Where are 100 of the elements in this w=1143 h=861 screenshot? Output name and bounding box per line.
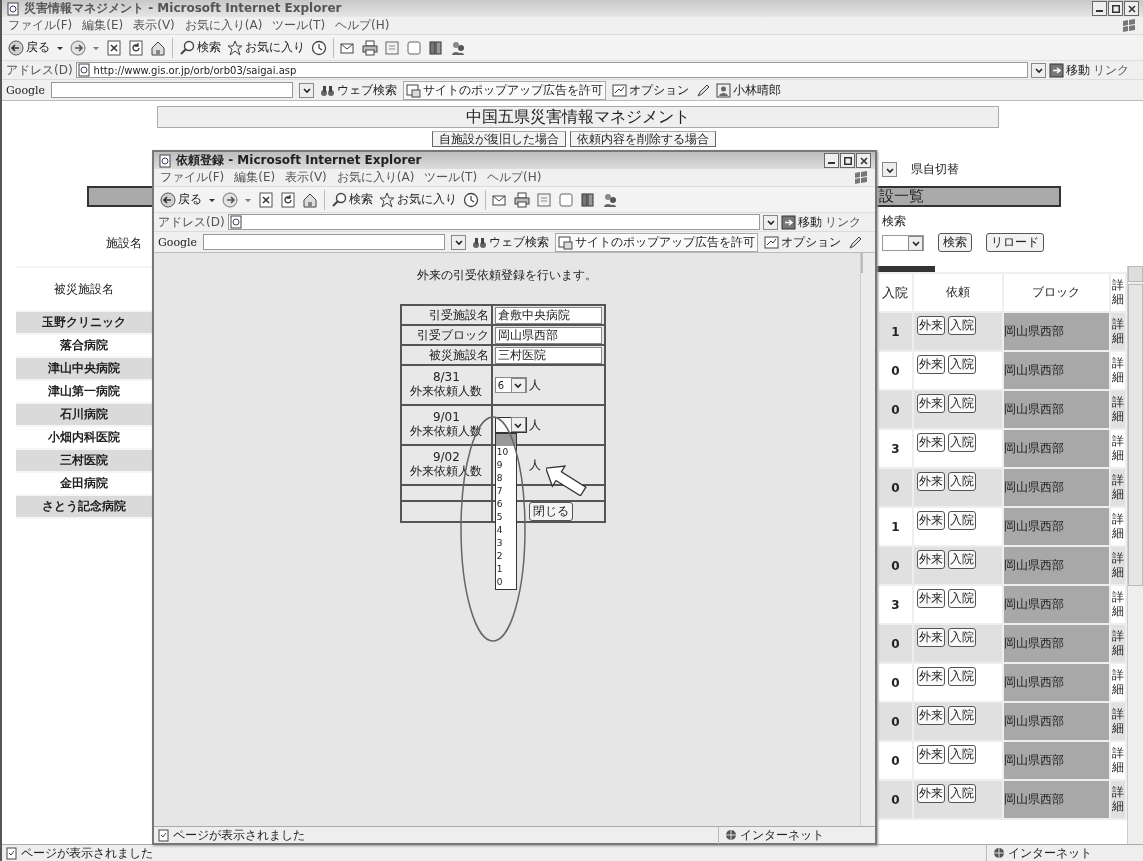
dropdown-option[interactable]: 7	[495, 484, 516, 498]
request-button[interactable]: 外来	[916, 433, 945, 452]
address-field[interactable]: http://www.gis.or.jp/orb/orb03/saigai.asp	[75, 62, 1028, 78]
facility-cell[interactable]: さとう記念病院	[16, 496, 152, 517]
request-button[interactable]: 入院	[947, 784, 976, 803]
request-button[interactable]: 入院	[947, 511, 976, 530]
request-button[interactable]: 入院	[947, 745, 976, 764]
search-button[interactable]: 検索	[179, 39, 221, 56]
web-search-button[interactable]: ウェブ検索	[472, 233, 550, 251]
dropdown-option[interactable]: 4	[495, 523, 516, 537]
google-logo-button[interactable]: Google	[158, 235, 198, 249]
page-button[interactable]: 依頼内容を削除する場合	[570, 131, 716, 147]
search-label: 検索	[882, 213, 907, 230]
go-button[interactable]: 移動	[781, 213, 822, 231]
request-button[interactable]: 外来	[916, 550, 945, 569]
back-button[interactable]: 戻る	[160, 191, 202, 208]
facility-cell[interactable]: 三村医院	[16, 450, 152, 471]
column-header: 依頼	[913, 274, 1002, 311]
request-button[interactable]: 入院	[947, 433, 976, 452]
google-logo-button[interactable]: Google	[6, 83, 46, 97]
menu-item[interactable]: 表示(V)	[133, 17, 175, 34]
request-button[interactable]: 外来	[916, 394, 945, 413]
web-search-button[interactable]: ウェブ検索	[320, 81, 398, 99]
request-button[interactable]: 外来	[916, 589, 945, 608]
popup-allow-button[interactable]: サイトのポップアップ広告を許可	[403, 80, 607, 100]
menu-item[interactable]: ヘルプ(H)	[487, 169, 542, 186]
dropdown-option[interactable]: 3	[495, 536, 516, 550]
options-button[interactable]: オプション	[612, 81, 690, 99]
field-label: 引受ブロック	[416, 327, 489, 342]
request-button[interactable]: 外来	[916, 667, 945, 686]
request-button[interactable]: 入院	[947, 472, 976, 491]
date-label: 9/02	[432, 451, 460, 465]
request-button[interactable]: 入院	[947, 628, 976, 647]
menu-item[interactable]: ツール(T)	[272, 17, 326, 34]
table-cell: 岡山県西部	[1003, 352, 1109, 389]
links-button[interactable]: リンク	[1093, 61, 1139, 79]
menu-item[interactable]: ファイル(F)	[8, 17, 73, 34]
request-button[interactable]: 入院	[947, 706, 976, 725]
popup-allow-button[interactable]: サイトのポップアップ広告を許可	[555, 232, 759, 252]
options-button[interactable]: オプション	[764, 233, 842, 251]
dropdown-option[interactable]: 8	[495, 471, 516, 485]
close-button[interactable]: 閉じる	[528, 502, 573, 521]
column-header: 被災施設名	[16, 268, 152, 310]
table-cell: 岡山県西部	[1003, 781, 1109, 818]
user-button[interactable]: 小林晴郎	[716, 81, 782, 99]
facility-cell[interactable]: 石川病院	[16, 404, 152, 425]
request-button[interactable]: 外来	[916, 784, 945, 803]
menu-item[interactable]: お気に入り(A)	[184, 17, 263, 34]
dropdown-option[interactable]: 10	[495, 445, 516, 459]
table-cell: 岡山県西部	[1003, 391, 1109, 428]
menu-item[interactable]: ツール(T)	[424, 169, 478, 186]
facility-cell[interactable]: 小畑内科医院	[16, 427, 152, 448]
facility-cell[interactable]: 津山中央病院	[16, 358, 152, 379]
request-button[interactable]: 外来	[916, 472, 945, 491]
text-field[interactable]: 岡山県西部	[494, 326, 602, 344]
menu-item[interactable]: 編集(E)	[82, 17, 124, 34]
request-button[interactable]: 入院	[947, 316, 976, 335]
request-button[interactable]: 外来	[916, 628, 945, 647]
request-button[interactable]: 入院	[947, 550, 976, 569]
dropdown-option[interactable]: 5	[495, 510, 516, 524]
text-field[interactable]: 三村医院	[494, 346, 602, 364]
facility-cell[interactable]: 玉野クリニック	[16, 312, 152, 333]
reload-button[interactable]: リロード	[986, 233, 1044, 252]
facility-cell[interactable]: 津山第一病院	[16, 381, 152, 402]
back-button[interactable]: 戻る	[8, 39, 50, 56]
menu-item[interactable]: 編集(E)	[234, 169, 276, 186]
dropdown-option[interactable]: 6	[495, 497, 516, 511]
favorites-button[interactable]: お気に入り	[227, 39, 305, 56]
column-header: 詳細	[1110, 274, 1125, 311]
request-button[interactable]: 外来	[916, 355, 945, 374]
dropdown-option[interactable]: 0	[495, 575, 516, 589]
request-button[interactable]: 外来	[916, 706, 945, 725]
request-button[interactable]: 入院	[947, 394, 976, 413]
request-button[interactable]: 外来	[916, 745, 945, 764]
facility-cell[interactable]: 金田病院	[16, 473, 152, 494]
menu-item[interactable]: ヘルプ(H)	[335, 17, 390, 34]
favorites-button[interactable]: お気に入り	[379, 191, 457, 208]
menu-item[interactable]: 表示(V)	[285, 169, 327, 186]
go-button[interactable]: 移動	[1049, 61, 1090, 79]
request-button[interactable]: 外来	[916, 511, 945, 530]
facility-cell[interactable]: 落合病院	[16, 335, 152, 356]
request-button[interactable]: 入院	[947, 589, 976, 608]
unit-label: 人	[528, 457, 541, 472]
text-field[interactable]: 倉敷中央病院	[494, 306, 602, 324]
count-select[interactable]: 6	[494, 377, 527, 393]
links-button[interactable]: リンク	[825, 213, 871, 231]
request-button[interactable]: 入院	[947, 667, 976, 686]
dropdown-option[interactable]: 1	[495, 562, 516, 576]
dropdown-option[interactable]: 9	[495, 458, 516, 472]
search-button[interactable]: 検索	[331, 191, 373, 208]
search-button[interactable]: 検索	[938, 233, 972, 252]
request-button[interactable]: 入院	[947, 355, 976, 374]
table-cell: 0	[879, 664, 912, 701]
menu-item[interactable]: お気に入り(A)	[336, 169, 415, 186]
column-header: ブロック	[1003, 274, 1109, 311]
request-button[interactable]: 外来	[916, 316, 945, 335]
menu-item[interactable]: ファイル(F)	[160, 169, 225, 186]
field-label: 引受施設名	[428, 307, 489, 322]
page-button[interactable]: 自施設が復旧した場合	[432, 131, 566, 147]
dropdown-option[interactable]: 2	[495, 549, 516, 563]
